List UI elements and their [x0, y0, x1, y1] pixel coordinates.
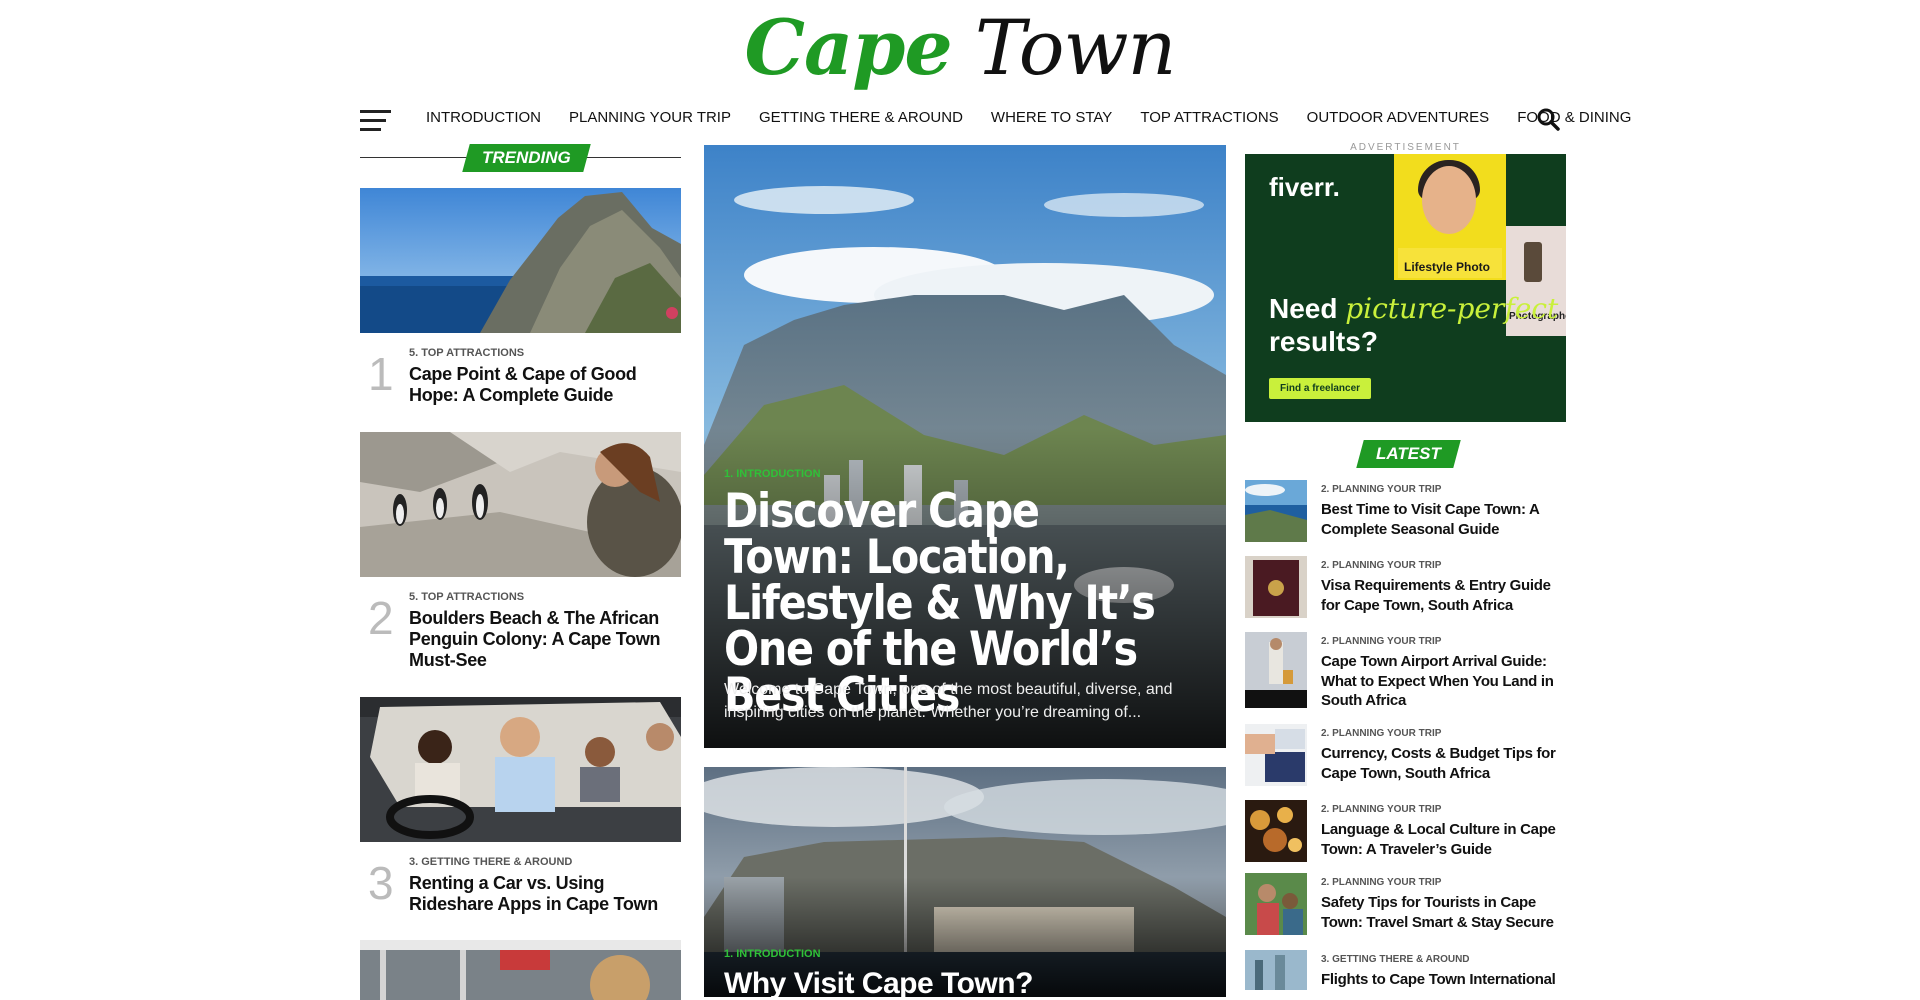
trending-thumbnail[interactable]: [360, 432, 681, 577]
latest-title[interactable]: Flights to Cape Town International: [1321, 970, 1566, 990]
featured-category[interactable]: 1. INTRODUCTION: [724, 948, 821, 960]
nav-item-top-attractions[interactable]: TOP ATTRACTIONS: [1140, 109, 1278, 126]
ad-photo-card: Lifestyle Photo: [1394, 154, 1506, 280]
search-icon[interactable]: [1536, 107, 1560, 131]
latest-title[interactable]: Safety Tips for Tourists in Cape Town: T…: [1321, 893, 1566, 932]
latest-category[interactable]: 2. PLANNING YOUR TRIP: [1321, 484, 1441, 495]
featured-excerpt: Welcome to Cape Town, one of the most be…: [724, 681, 1173, 721]
latest-thumbnail[interactable]: [1245, 873, 1307, 935]
logo-word-cape: Cape: [744, 3, 953, 92]
ad-headline: Need picture-perfect results?: [1269, 292, 1559, 357]
latest-title[interactable]: Currency, Costs & Budget Tips for Cape T…: [1321, 744, 1566, 783]
latest-title[interactable]: Language & Local Culture in Cape Town: A…: [1321, 820, 1566, 859]
menu-icon[interactable]: [360, 110, 391, 132]
ad-chip-label: Lifestyle Photo: [1398, 248, 1502, 278]
logo-word-town: Town: [974, 3, 1177, 92]
trending-column: TRENDING 1 5. TOP ATTRACTIONS Cape Point…: [360, 140, 681, 1000]
trending-thumbnail[interactable]: [360, 188, 681, 333]
trending-rank: 1: [368, 348, 394, 400]
latest-thumbnail[interactable]: [1245, 724, 1307, 786]
latest-title[interactable]: Visa Requirements & Entry Guide for Cape…: [1321, 576, 1566, 615]
nav-item-food-dining[interactable]: FOOD & DINING: [1517, 109, 1631, 126]
site-logo[interactable]: Cape Town: [0, 6, 1920, 90]
trending-item[interactable]: 3 3. GETTING THERE & AROUND Renting a Ca…: [360, 697, 681, 922]
trending-thumbnail[interactable]: [360, 697, 681, 842]
latest-thumbnail[interactable]: [1245, 800, 1307, 862]
sidebar-right: ADVERTISEMENT fiverr. Lifestyle Photo Ph…: [1245, 140, 1566, 990]
latest-category[interactable]: 2. PLANNING YOUR TRIP: [1321, 728, 1441, 739]
nav-menu: INTRODUCTION PLANNING YOUR TRIP GETTING …: [426, 109, 1659, 126]
trending-label: TRENDING: [462, 144, 591, 172]
latest-thumbnail[interactable]: [1245, 556, 1307, 618]
advertisement-label: ADVERTISEMENT: [1350, 142, 1461, 153]
nav-item-planning-your-trip[interactable]: PLANNING YOUR TRIP: [569, 109, 731, 126]
trending-rank: 2: [368, 592, 394, 644]
latest-thumbnail[interactable]: [1245, 950, 1307, 990]
advertisement-banner[interactable]: fiverr. Lifestyle Photo Photographer Nee…: [1245, 154, 1566, 422]
latest-thumbnail[interactable]: [1245, 480, 1307, 542]
trending-title[interactable]: Renting a Car vs. Using Rideshare Apps i…: [409, 873, 681, 915]
trending-rank: 3: [368, 857, 394, 909]
latest-label: LATEST: [1356, 440, 1461, 468]
latest-category[interactable]: 2. PLANNING YOUR TRIP: [1321, 636, 1441, 647]
nav-item-outdoor-adventures[interactable]: OUTDOOR ADVENTURES: [1307, 109, 1490, 126]
featured-category[interactable]: 1. INTRODUCTION: [724, 468, 821, 480]
nav-item-getting-there-around[interactable]: GETTING THERE & AROUND: [759, 109, 963, 126]
trending-category[interactable]: 5. TOP ATTRACTIONS: [409, 591, 524, 603]
latest-title[interactable]: Best Time to Visit Cape Town: A Complete…: [1321, 500, 1566, 539]
trending-category[interactable]: 3. GETTING THERE & AROUND: [409, 856, 572, 868]
latest-header: LATEST: [1245, 440, 1566, 480]
latest-category[interactable]: 2. PLANNING YOUR TRIP: [1321, 560, 1441, 571]
trending-item[interactable]: 2 5. TOP ATTRACTIONS Boulders Beach & Th…: [360, 432, 681, 670]
latest-thumbnail[interactable]: [1245, 632, 1307, 708]
latest-title[interactable]: Cape Town Airport Arrival Guide: What to…: [1321, 652, 1566, 711]
nav-item-where-to-stay[interactable]: WHERE TO STAY: [991, 109, 1112, 126]
nav-item-introduction[interactable]: INTRODUCTION: [426, 109, 541, 126]
trending-thumbnail[interactable]: [360, 940, 681, 1000]
trending-title[interactable]: Cape Point & Cape of Good Hope: A Comple…: [409, 364, 681, 406]
main-nav: INTRODUCTION PLANNING YOUR TRIP GETTING …: [360, 105, 1631, 135]
trending-title[interactable]: Boulders Beach & The African Penguin Col…: [409, 608, 681, 671]
latest-category[interactable]: 2. PLANNING YOUR TRIP: [1321, 877, 1441, 888]
trending-item[interactable]: [360, 940, 681, 1000]
trending-item[interactable]: 1 5. TOP ATTRACTIONS Cape Point & Cape o…: [360, 188, 681, 413]
latest-category[interactable]: 2. PLANNING YOUR TRIP: [1321, 804, 1441, 815]
trending-header: TRENDING: [360, 140, 681, 176]
featured-card[interactable]: 1. INTRODUCTION Discover Cape Town: Loca…: [704, 145, 1226, 748]
latest-category[interactable]: 3. GETTING THERE & AROUND: [1321, 954, 1470, 965]
featured-card[interactable]: 1. INTRODUCTION Why Visit Cape Town?: [704, 767, 1226, 997]
find-freelancer-button[interactable]: Find a freelancer: [1269, 378, 1372, 399]
trending-category[interactable]: 5. TOP ATTRACTIONS: [409, 347, 524, 359]
fiverr-logo: fiverr.: [1269, 172, 1340, 202]
